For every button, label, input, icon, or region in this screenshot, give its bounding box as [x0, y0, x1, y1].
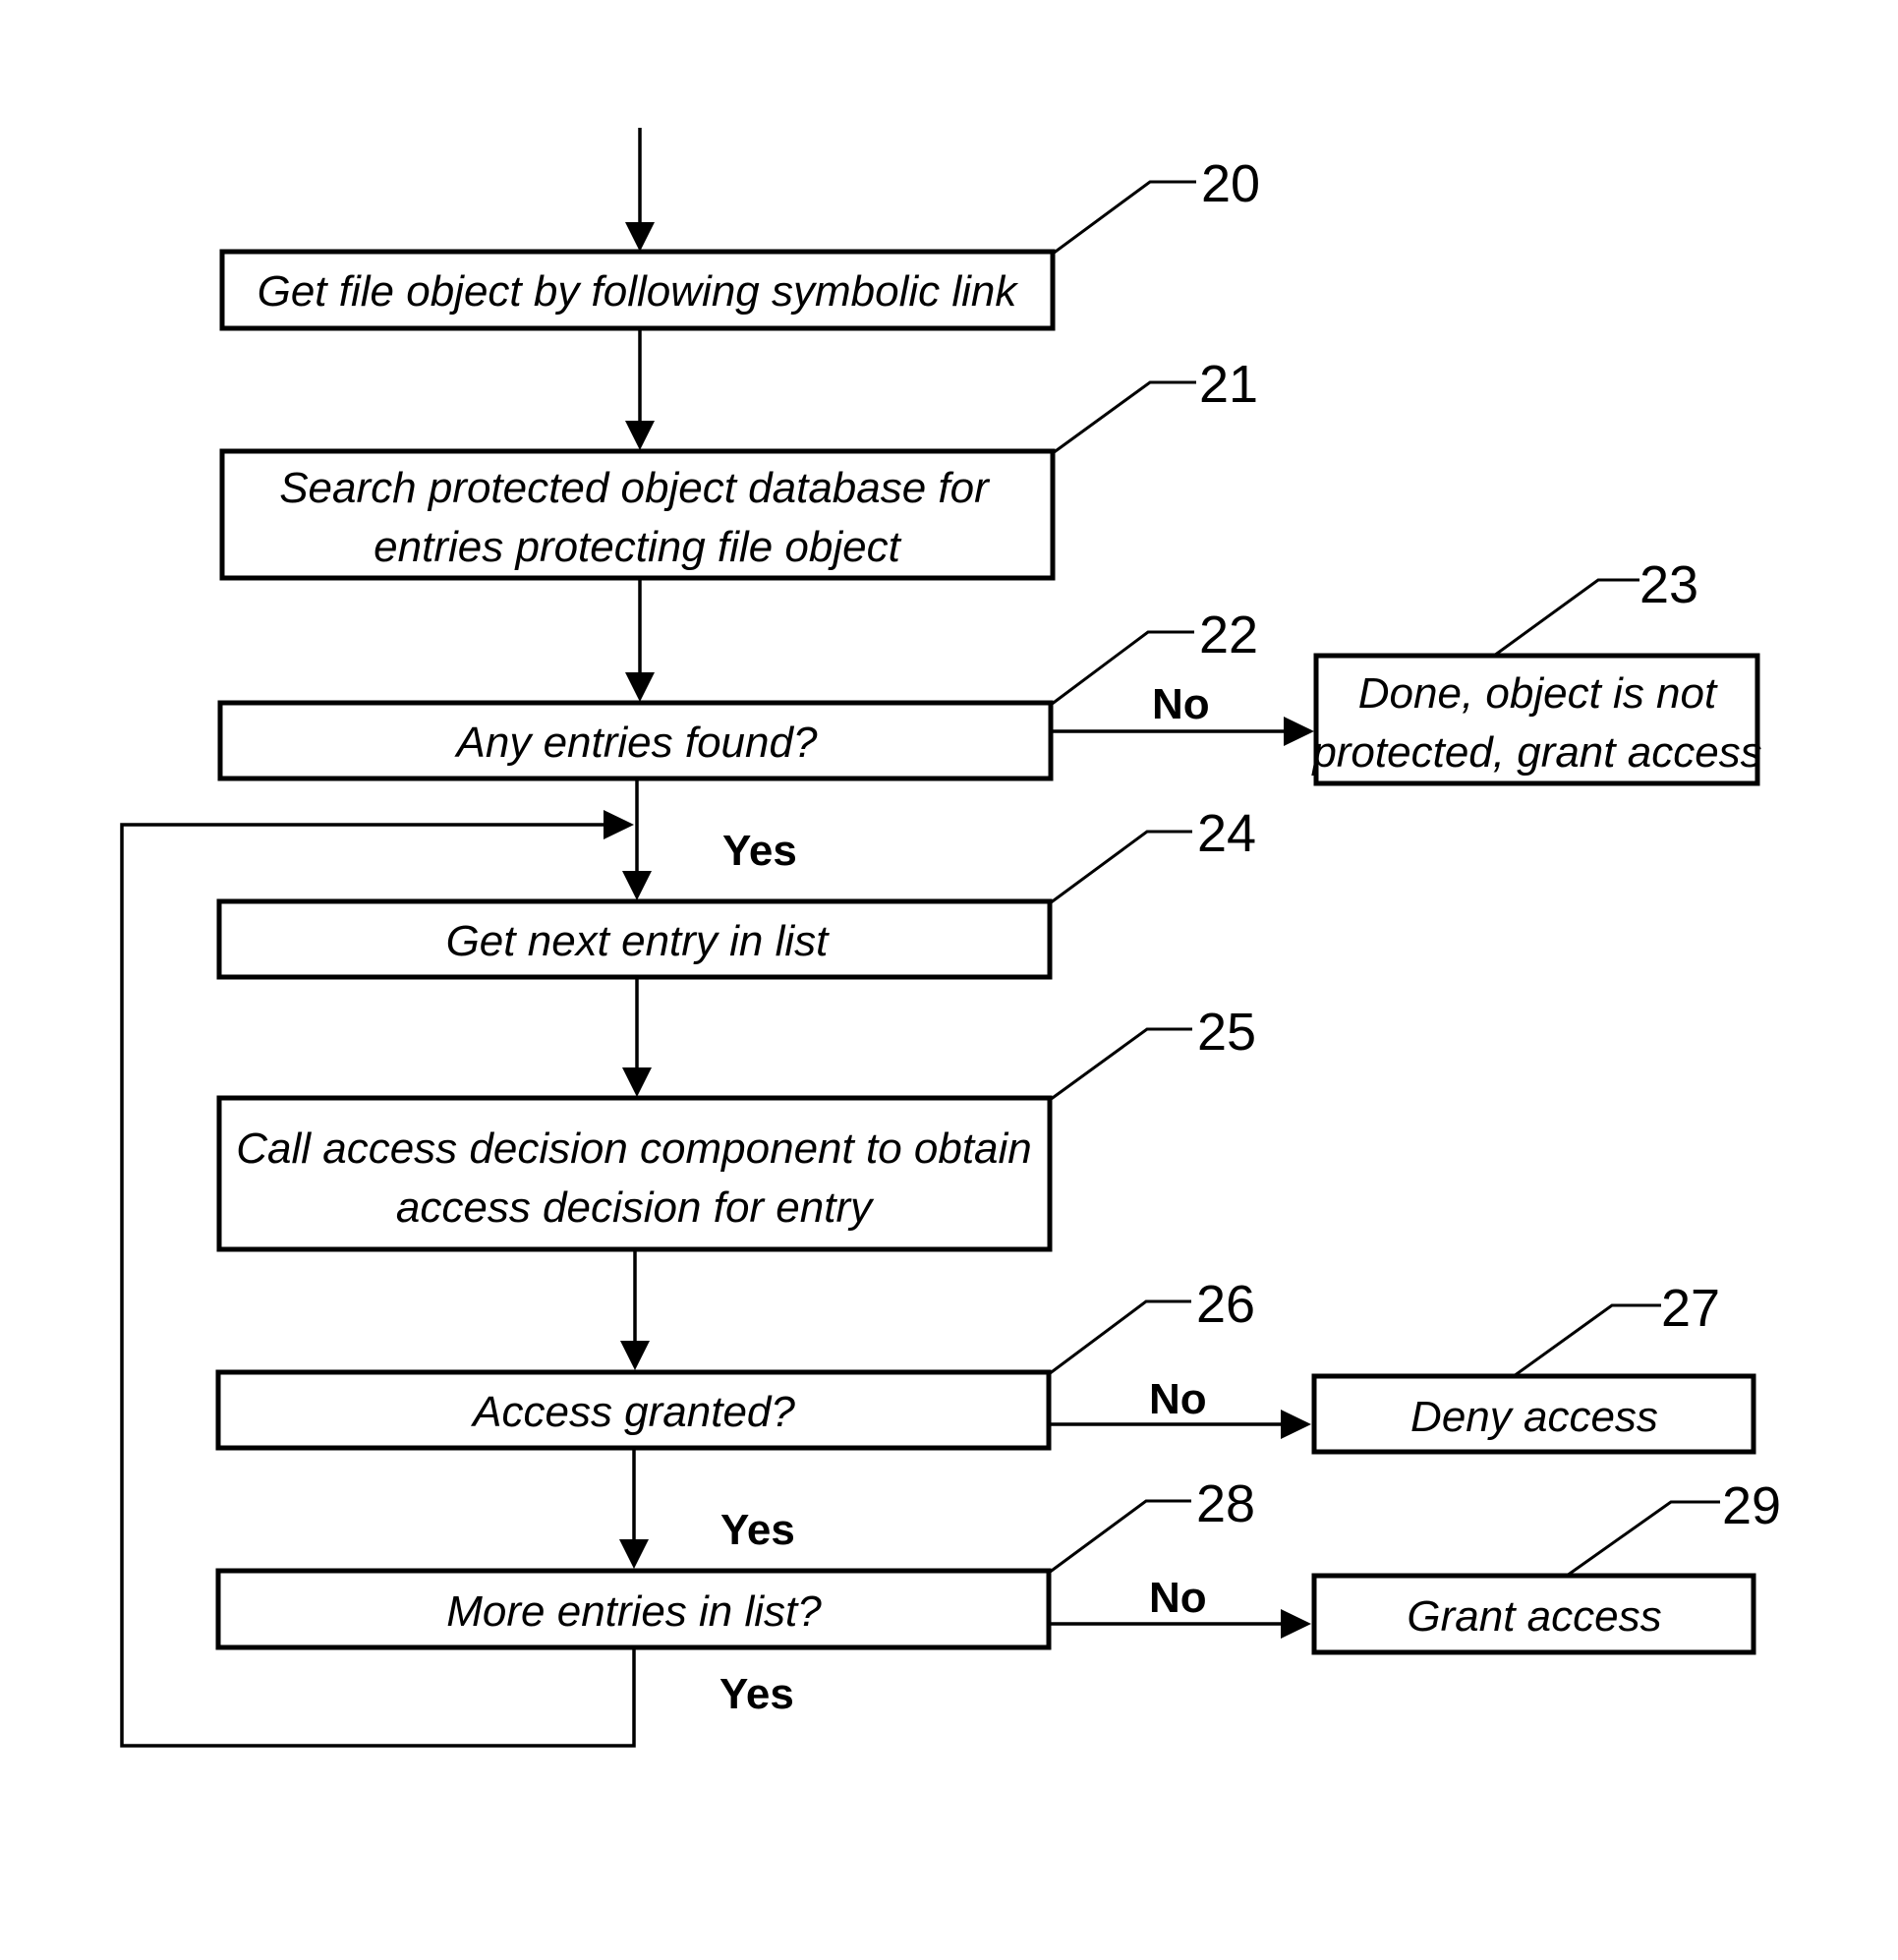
label-no-28: No [1149, 1574, 1207, 1622]
leader-line [1052, 180, 1196, 256]
ref-number: 26 [1196, 1275, 1255, 1334]
ref-number: 21 [1199, 355, 1258, 414]
step-text-line-2: entries protecting file object [374, 523, 901, 571]
arrowhead-26-27 [1281, 1410, 1311, 1439]
step-text: Grant access [1407, 1592, 1661, 1641]
step-text: Any entries found? [454, 719, 818, 767]
leader-line [1513, 1303, 1661, 1378]
label-yes-26: Yes [720, 1506, 795, 1554]
loop-back-arrowhead [604, 810, 634, 839]
step-25: Call access decision component to obtain… [216, 1003, 1256, 1252]
arrowhead-21-22 [625, 672, 655, 702]
step-text: Get file object by following symbolic li… [258, 267, 1019, 316]
arrowhead-22-23 [1284, 717, 1314, 746]
flowchart: Get file object by following symbolic li… [120, 128, 1781, 1748]
step-22: Any entries found? 22 [217, 605, 1258, 781]
ref-number: 20 [1201, 154, 1260, 213]
ref-number: 22 [1199, 605, 1258, 664]
ref-number: 25 [1197, 1003, 1256, 1062]
label-yes-22: Yes [722, 827, 797, 875]
step-text-line-2: access decision for entry [396, 1183, 875, 1232]
label-no-26: No [1149, 1375, 1207, 1423]
step-text: Get next entry in list [446, 917, 831, 965]
step-text-line-1: Search protected object database for [279, 464, 991, 512]
ref-number: 28 [1196, 1474, 1255, 1533]
arrowhead-24-25 [622, 1067, 652, 1097]
label-no-22: No [1152, 680, 1210, 728]
step-27: Deny access 27 [1311, 1279, 1756, 1455]
ref-number: 27 [1661, 1279, 1720, 1338]
leader-line [1048, 1499, 1191, 1575]
entry-arrowhead [625, 222, 655, 252]
step-text-line-1: Call access decision component to obtain [236, 1124, 1032, 1173]
leader-line [1566, 1500, 1720, 1578]
leader-line [1049, 830, 1192, 905]
ref-number: 29 [1722, 1476, 1781, 1535]
ref-number: 24 [1197, 804, 1256, 863]
arrowhead-20-21 [625, 421, 655, 450]
leader-line [1052, 380, 1196, 455]
arrowhead-22-24 [622, 871, 652, 900]
step-text-line-1: Done, object is not [1358, 669, 1718, 718]
step-26: Access granted? 26 [215, 1275, 1255, 1451]
step-text: Deny access [1410, 1393, 1658, 1441]
step-text-line-2: protected, grant access [1310, 728, 1761, 777]
step-text: More entries in list? [446, 1587, 822, 1636]
leader-line [1493, 578, 1639, 658]
step-23: Done, object is not protected, grant acc… [1310, 555, 1762, 786]
leader-line [1048, 1299, 1191, 1376]
arrowhead-25-26 [620, 1341, 650, 1370]
step-28: More entries in list? 28 [215, 1474, 1255, 1650]
ref-number: 23 [1639, 555, 1698, 614]
arrowhead-26-28 [619, 1539, 649, 1569]
step-21: Search protected object database for ent… [219, 355, 1258, 581]
leader-line [1049, 1027, 1192, 1102]
step-29: Grant access 29 [1311, 1476, 1781, 1655]
step-20: Get file object by following symbolic li… [219, 154, 1260, 331]
step-text: Access granted? [470, 1388, 795, 1436]
label-yes-28: Yes [719, 1670, 794, 1718]
arrowhead-28-29 [1281, 1609, 1311, 1639]
